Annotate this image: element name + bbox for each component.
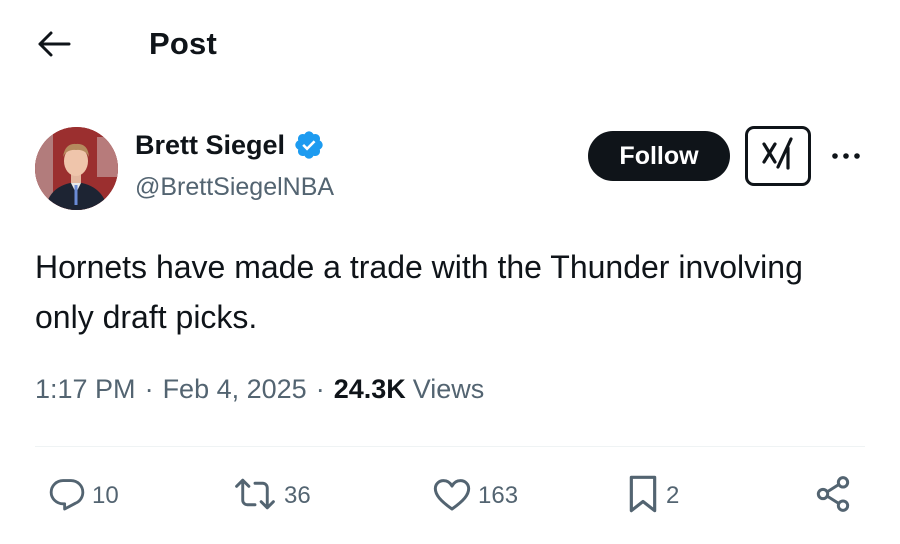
more-icon [831, 147, 861, 165]
avatar[interactable] [35, 127, 118, 210]
like-count: 163 [478, 482, 519, 509]
page-title: Post [149, 26, 217, 61]
arrow-left-icon [37, 30, 71, 63]
verified-badge-icon [293, 129, 325, 161]
share-button[interactable] [812, 474, 854, 518]
tweet-text: Hornets have made a trade with the Thund… [35, 249, 803, 335]
reply-button[interactable]: 10 [48, 474, 119, 518]
reply-icon [48, 475, 86, 518]
repost-count: 36 [284, 482, 311, 509]
share-icon [812, 474, 854, 519]
meta-separator: · [144, 374, 154, 404]
views-label[interactable]: Views [413, 374, 485, 405]
reply-count: 10 [92, 482, 119, 509]
follow-button[interactable]: Follow [588, 131, 730, 181]
bookmark-count: 2 [666, 482, 680, 509]
views-count[interactable]: 24.3K [334, 374, 406, 405]
grok-icon [758, 134, 798, 179]
tweet-time[interactable]: 1:17 PM [35, 374, 136, 405]
author-display-name[interactable]: Brett Siegel [135, 130, 285, 161]
repost-button[interactable]: 36 [232, 474, 311, 518]
tweet-meta: 1:17 PM · Feb 4, 2025 · 24.3K Views [35, 374, 484, 405]
tweet-date[interactable]: Feb 4, 2025 [163, 374, 307, 405]
back-button[interactable] [34, 28, 74, 64]
author-handle[interactable]: @BrettSiegelNBA [135, 173, 334, 202]
bookmark-icon [626, 474, 660, 519]
heart-icon [432, 475, 472, 518]
like-button[interactable]: 163 [432, 474, 518, 518]
divider [35, 446, 865, 447]
top-bar: Post [0, 0, 900, 92]
grok-button[interactable] [745, 126, 811, 186]
bookmark-button[interactable]: 2 [626, 474, 679, 518]
repost-icon [232, 475, 278, 518]
more-options-button[interactable] [828, 141, 864, 171]
meta-separator: · [315, 374, 325, 404]
author-name-row: Brett Siegel [135, 129, 325, 161]
